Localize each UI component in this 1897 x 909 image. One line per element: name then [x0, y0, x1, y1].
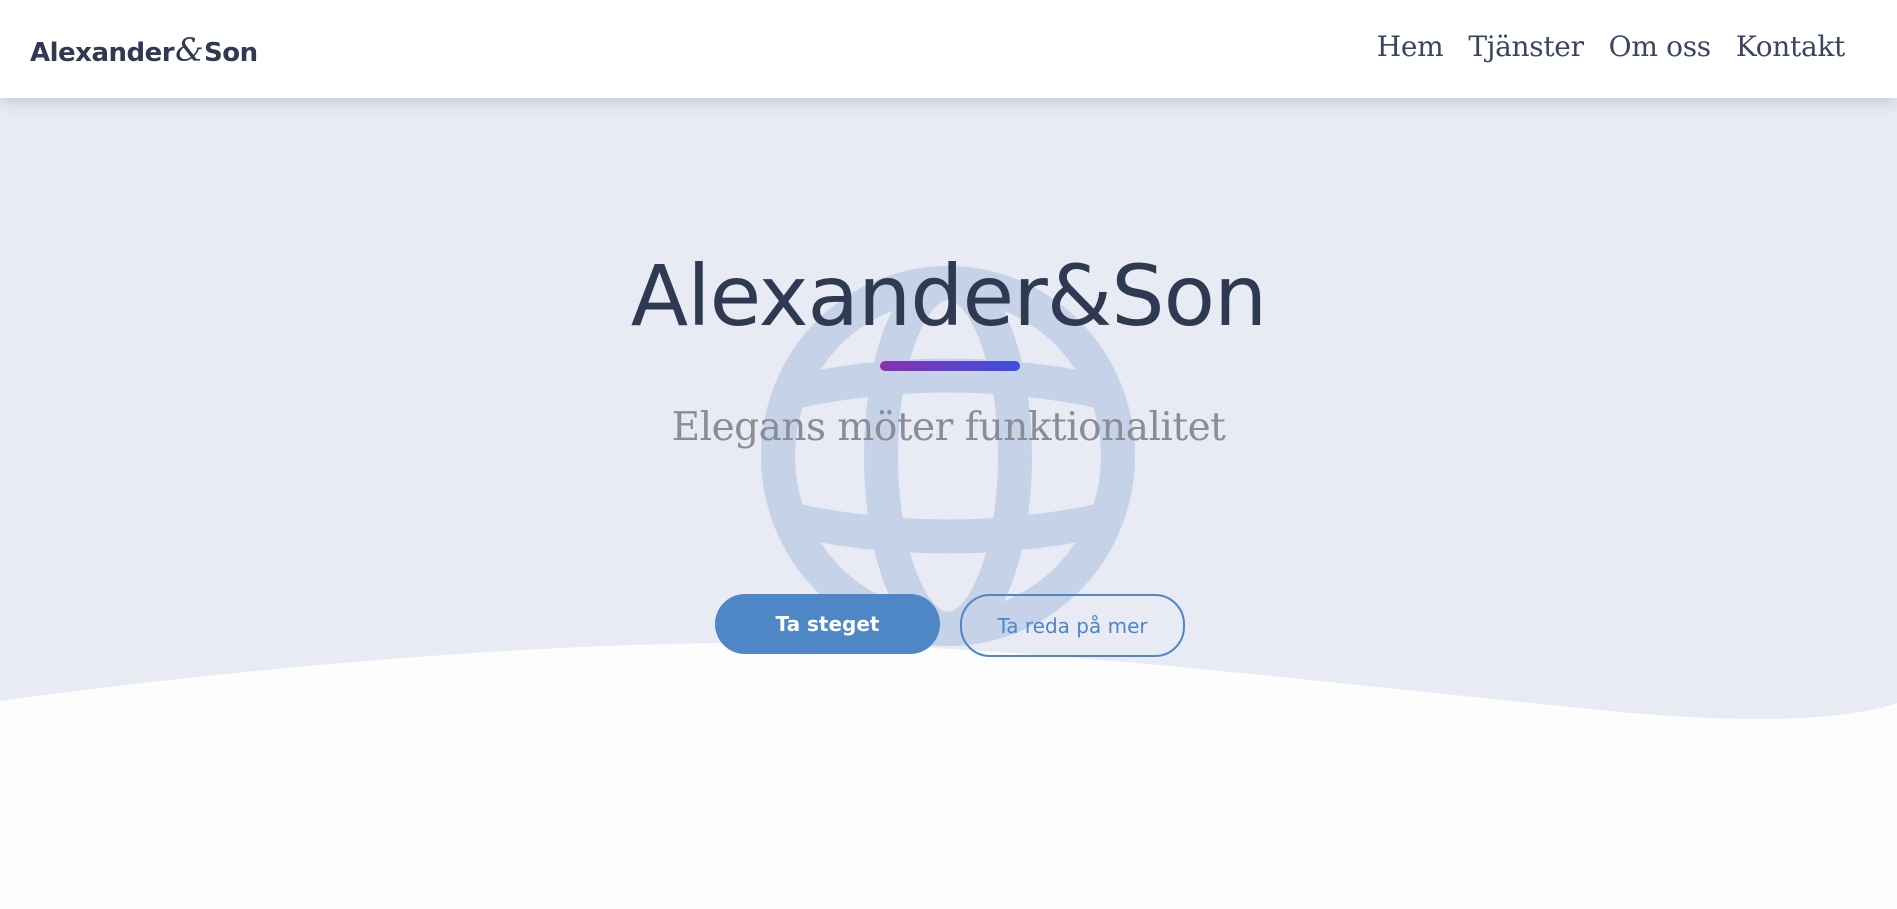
nav-link-kontakt[interactable]: Kontakt	[1736, 30, 1845, 63]
title-accent-bar	[880, 361, 1020, 371]
hero-wave-divider	[0, 642, 1897, 909]
logo[interactable]: Alexander & Son	[30, 34, 258, 68]
nav-link-om-oss[interactable]: Om oss	[1609, 30, 1712, 63]
logo-text-right: Son	[204, 38, 258, 68]
logo-ampersand: &	[175, 31, 204, 69]
hero-tagline: Elegans möter funktionalitet	[671, 405, 1226, 450]
main-nav: Hem Tjänster Om oss Kontakt	[1377, 30, 1846, 63]
hero-title: Alexander&Son	[630, 247, 1267, 345]
learn-more-button[interactable]: Ta reda på mer	[960, 594, 1185, 657]
logo-text-left: Alexander	[30, 38, 175, 68]
take-step-button[interactable]: Ta steget	[715, 594, 940, 654]
nav-link-hem[interactable]: Hem	[1377, 30, 1444, 63]
nav-link-tjanster[interactable]: Tjänster	[1468, 30, 1584, 63]
site-header: Alexander & Son Hem Tjänster Om oss Kont…	[0, 0, 1897, 98]
